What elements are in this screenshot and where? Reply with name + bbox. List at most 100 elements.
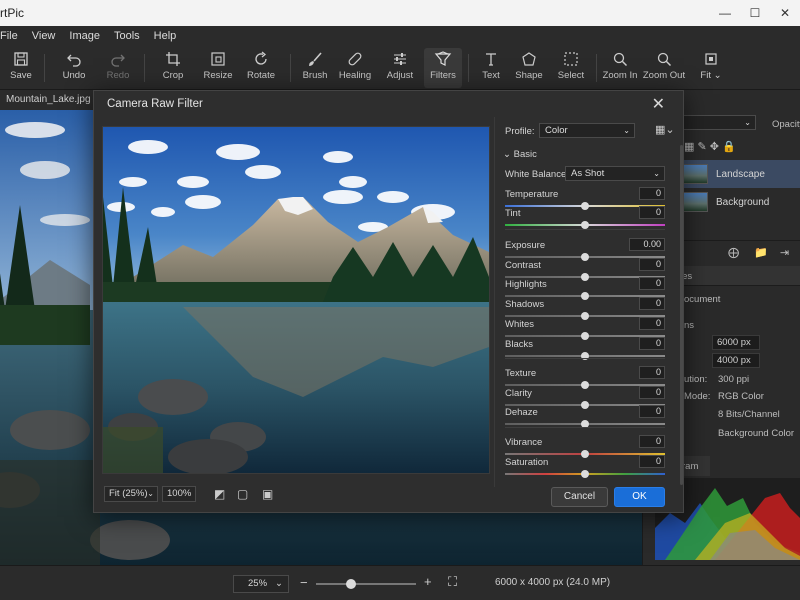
slider-thumb[interactable]: [581, 202, 589, 210]
healing-button[interactable]: Healing: [338, 48, 372, 88]
slider-value-field[interactable]: 0: [639, 455, 665, 468]
zoom-minus-button[interactable]: −: [300, 575, 308, 590]
document-tab[interactable]: Mountain_Lake.jpg: [0, 90, 100, 110]
new-layer-icon[interactable]: ⨁: [728, 246, 739, 259]
slider-value-field[interactable]: 0: [639, 258, 665, 271]
blend-mode-dropdown[interactable]: ⌄: [680, 115, 756, 130]
menu-help[interactable]: Help: [154, 30, 177, 42]
menu-tools[interactable]: Tools: [114, 30, 140, 42]
height-field[interactable]: 4000 px: [712, 353, 760, 368]
slider-thumb[interactable]: [581, 221, 589, 229]
folder-icon[interactable]: 📁: [754, 246, 768, 259]
zoom-plus-button[interactable]: +: [424, 574, 432, 589]
save-icon: [13, 48, 29, 70]
minimize-icon[interactable]: —: [710, 0, 740, 26]
slider-label: Highlights: [505, 279, 547, 290]
slider-value-field[interactable]: 0: [639, 435, 665, 448]
layer-thumbnail: [682, 164, 708, 184]
zoom-slider[interactable]: [316, 579, 416, 589]
slider-thumb[interactable]: [581, 381, 589, 389]
slider-value-field[interactable]: 0: [639, 366, 665, 379]
menu-bar: File View Image Tools Help: [0, 26, 800, 46]
width-field[interactable]: 6000 px: [712, 335, 760, 350]
profile-label: Profile:: [505, 126, 535, 137]
brush-button[interactable]: Brush: [300, 48, 330, 88]
before-after-icon[interactable]: ◩: [214, 487, 225, 501]
slider-value-field[interactable]: 0: [639, 405, 665, 418]
chevron-down-icon: ⌄: [147, 489, 154, 498]
preview-toggle-icon[interactable]: ▣: [262, 487, 273, 501]
chevron-down-icon: ⌄: [503, 149, 511, 160]
slider-value-field[interactable]: 0: [639, 317, 665, 330]
redo-button[interactable]: Redo: [102, 48, 134, 88]
slider-value-field[interactable]: 0: [639, 297, 665, 310]
adjust-icon: [392, 48, 408, 70]
close-icon[interactable]: ✕: [652, 94, 665, 114]
compare-view-icon[interactable]: ▢: [237, 487, 248, 501]
slider-thumb[interactable]: [581, 292, 589, 300]
slider-thumb[interactable]: [581, 273, 589, 281]
adjust-button[interactable]: Adjust: [384, 48, 416, 88]
white-balance-dropdown[interactable]: As Shot ⌄: [565, 166, 665, 181]
profile-dropdown[interactable]: Color ⌄: [539, 123, 635, 138]
move-icon[interactable]: ✥: [710, 141, 719, 153]
slider-value-field[interactable]: 0.00: [629, 238, 665, 251]
rotate-button[interactable]: Rotate: [244, 48, 278, 88]
slider-thumb[interactable]: [581, 312, 589, 320]
slider-thumb[interactable]: [581, 450, 589, 458]
filters-icon: [434, 48, 452, 70]
slider-value-field[interactable]: 0: [639, 337, 665, 350]
zoom-dropdown[interactable]: 25% ⌄: [233, 575, 289, 593]
zoom-percent-field[interactable]: 100%: [162, 486, 196, 502]
menu-file[interactable]: File: [0, 30, 18, 42]
maximize-icon[interactable]: ☐: [740, 0, 770, 26]
undo-icon: [66, 48, 82, 70]
zoom-in-icon: [612, 48, 628, 70]
chevron-down-icon: ⌄: [653, 169, 660, 178]
slider-thumb[interactable]: [581, 332, 589, 340]
zoom-slider-thumb[interactable]: [346, 579, 356, 589]
menu-image[interactable]: Image: [69, 30, 100, 42]
fit-dropdown[interactable]: Fit (25%) ⌄: [104, 486, 158, 502]
basic-section-header[interactable]: ⌄ Basic: [503, 149, 537, 160]
layer-thumbnail: [682, 192, 708, 212]
export-icon[interactable]: ⇥: [780, 246, 789, 259]
close-icon[interactable]: ✕: [770, 0, 800, 26]
crop-button[interactable]: Crop: [156, 48, 190, 88]
resize-button[interactable]: Resize: [200, 48, 236, 88]
text-button[interactable]: Text: [478, 48, 504, 88]
slider-thumb[interactable]: [581, 253, 589, 261]
select-button[interactable]: Select: [556, 48, 586, 88]
zoom-out-icon: [656, 48, 672, 70]
title-bar: rtPic — ☐ ✕: [0, 0, 800, 26]
slider-value-field[interactable]: 0: [639, 277, 665, 290]
slider-label: Temperature: [505, 189, 559, 200]
fit-screen-icon[interactable]: ⛶: [448, 574, 457, 590]
cancel-button[interactable]: Cancel: [551, 487, 608, 507]
filters-button[interactable]: Filters: [424, 48, 462, 88]
brush-icon[interactable]: ✎: [697, 141, 706, 153]
camera-raw-dialog: Camera Raw Filter ✕ Fit (25%) ⌄ 100% ◩ ▢…: [93, 90, 684, 513]
menu-view[interactable]: View: [32, 30, 56, 42]
slider-value-field[interactable]: 0: [639, 386, 665, 399]
preview-image[interactable]: [102, 126, 490, 474]
slider-thumb[interactable]: [581, 470, 589, 478]
grid-icon[interactable]: ▦: [684, 141, 694, 153]
undo-button[interactable]: Undo: [58, 48, 90, 88]
profile-grid-icon[interactable]: ▦⌄: [655, 123, 675, 136]
bits-value: 8 Bits/Channel: [718, 409, 780, 420]
save-button[interactable]: Save: [4, 48, 38, 88]
ok-button[interactable]: OK: [614, 487, 665, 507]
slider-thumb[interactable]: [581, 401, 589, 409]
zoom-in-button[interactable]: Zoom In: [602, 48, 638, 88]
shape-icon: [521, 48, 537, 70]
crop-icon: [165, 48, 181, 70]
slider-value-field[interactable]: 0: [639, 187, 665, 200]
slider-value-field[interactable]: 0: [639, 206, 665, 219]
fit-button[interactable]: Fit ⌄: [696, 48, 726, 88]
zoom-out-button[interactable]: Zoom Out: [643, 48, 685, 88]
lock-icon[interactable]: 🔒: [722, 141, 736, 153]
panel-scrollbar[interactable]: [680, 145, 683, 485]
image-dimensions: 6000 x 4000 px (24.0 MP): [495, 577, 611, 588]
shape-button[interactable]: Shape: [514, 48, 544, 88]
